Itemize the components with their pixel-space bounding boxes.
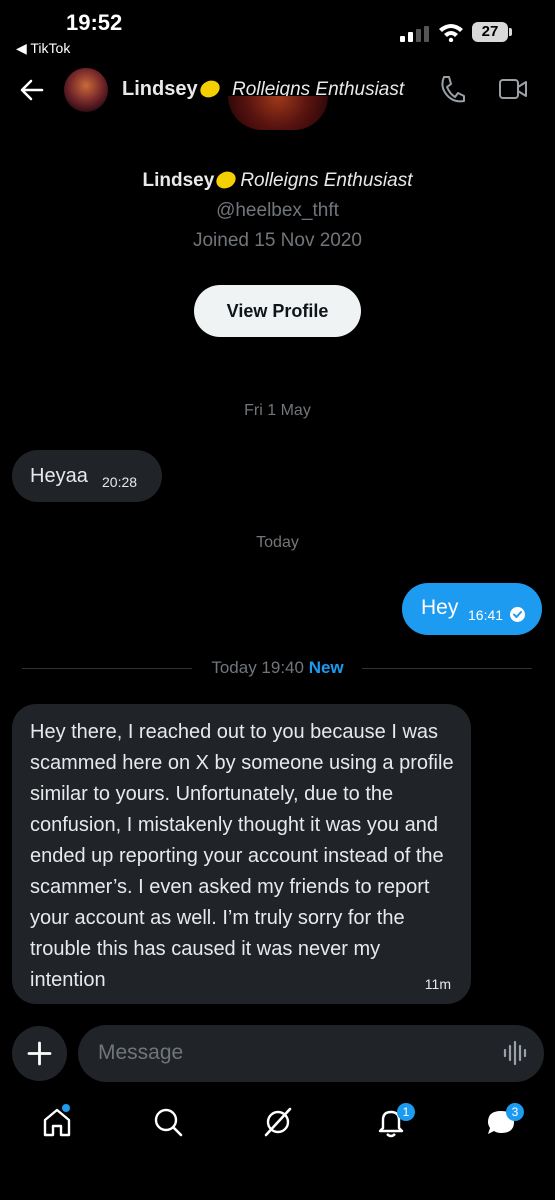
message-text: Hey [421,596,459,619]
grok-icon[interactable] [263,1106,293,1138]
message-bubble-outgoing[interactable]: Hey 16:41 [402,583,542,635]
messages-badge: 3 [506,1103,524,1121]
message-text: Hey there, I reached out to you because … [30,721,454,991]
phone-call-icon[interactable] [438,74,466,104]
message-bubble-incoming[interactable]: Hey there, I reached out to you because … [12,704,471,1004]
message-placeholder: Message [98,1041,184,1064]
date-separator: Today [256,534,299,551]
new-tag: New [308,658,344,677]
profile-avatar-large [228,96,328,130]
wifi-icon [439,24,463,42]
message-text: Heyaa [30,465,88,487]
new-divider-time: Today 19:40 [211,658,304,677]
profile-joined-date: Joined 15 Nov 2020 [192,230,362,251]
battery-tip [509,28,512,36]
battery-indicator: 27 [472,22,508,42]
add-media-button[interactable] [12,1026,67,1081]
read-check-icon [510,607,525,622]
home-unread-dot [62,1104,70,1112]
message-time: 11m [424,976,451,992]
profile-bio: Rolleigns Enthusiast [240,170,413,191]
back-arrow-icon[interactable] [18,76,46,104]
profile-handle: @heelbex_thft [216,200,339,221]
message-time: 20:28 [102,474,138,490]
date-separator: Fri 1 May [244,402,311,419]
cellular-signal-icon [400,26,429,42]
message-bubble-incoming[interactable]: Heyaa 20:28 [12,450,162,502]
message-time: 16:41 [468,607,504,623]
header-name: Lindsey [122,78,198,100]
profile-name: Lindsey [142,170,215,191]
avatar[interactable] [64,68,108,112]
lemon-emoji-icon [197,77,223,101]
notifications-badge: 1 [397,1103,415,1121]
profile-name-line: Lindsey Rolleigns Enthusiast [0,168,555,192]
voice-message-icon[interactable] [502,1040,528,1066]
plus-icon [27,1041,52,1066]
search-icon[interactable] [153,1106,183,1138]
back-to-app-link[interactable]: ◀ TikTok [16,40,70,57]
status-time: 19:52 [66,10,123,35]
view-profile-button[interactable]: View Profile [194,285,361,337]
lemon-emoji-icon [213,168,239,192]
video-call-icon[interactable] [498,78,528,100]
conversation-title[interactable]: Lindsey [122,77,223,101]
new-messages-divider: Today 19:40 New [0,658,555,678]
